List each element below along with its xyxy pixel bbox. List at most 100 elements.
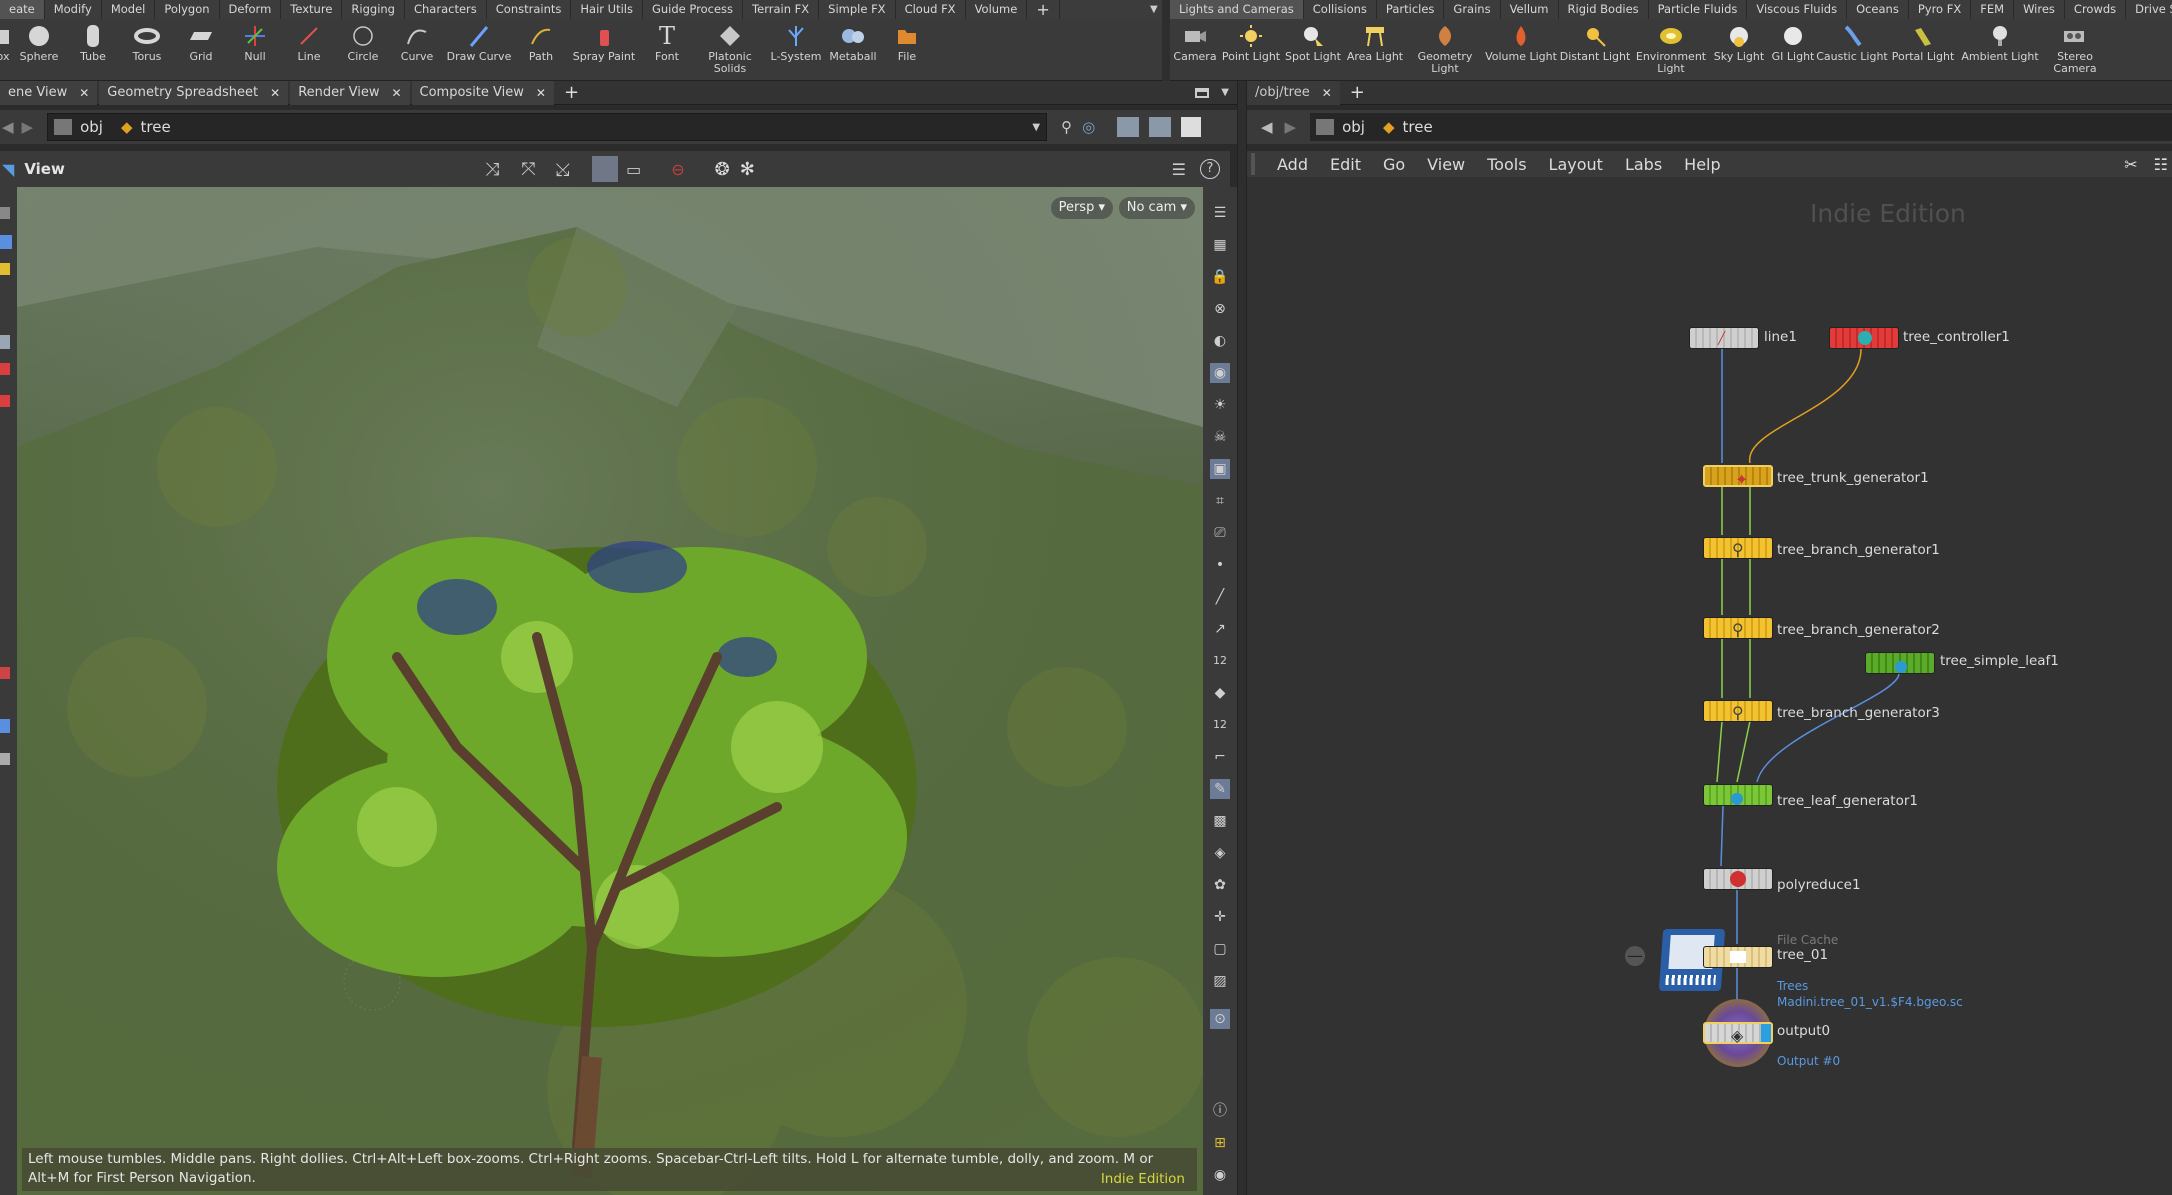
path-obj[interactable]: obj bbox=[1342, 118, 1365, 136]
circle-tool[interactable]: Circle bbox=[336, 19, 390, 63]
point-number-icon[interactable]: 12 bbox=[1210, 651, 1230, 671]
spray-paint-tool[interactable]: Spray Paint bbox=[568, 19, 640, 63]
lock-icon[interactable]: 🔒 bbox=[1210, 267, 1230, 287]
ambient-light-tool[interactable]: Ambient Light bbox=[1960, 19, 2040, 63]
tab-render-view[interactable]: Render View ✕ bbox=[290, 80, 410, 105]
shading-sphere-icon[interactable]: ◐ bbox=[1210, 331, 1230, 351]
snap-point-icon[interactable]: ◈ bbox=[1210, 843, 1230, 863]
shelf-menu-icon[interactable]: ▼ bbox=[1150, 0, 1162, 19]
help-icon[interactable]: ? bbox=[1200, 159, 1220, 179]
shelf-tab[interactable]: Collisions bbox=[1304, 0, 1377, 19]
camera-menu[interactable]: No cam ▾ bbox=[1118, 197, 1195, 219]
node-tree-01[interactable] bbox=[1703, 946, 1773, 968]
menu-view[interactable]: View bbox=[1427, 155, 1465, 174]
add-tab-button[interactable]: + bbox=[564, 82, 579, 103]
add-tab-button[interactable]: + bbox=[1350, 82, 1365, 103]
shelf-tab[interactable]: Oceans bbox=[1847, 0, 1909, 19]
shelf-tab[interactable]: Grains bbox=[1444, 0, 1501, 19]
torus-tool[interactable]: Torus bbox=[120, 19, 174, 63]
font-tool[interactable]: T Font bbox=[640, 19, 694, 63]
shelf-tab[interactable]: Rigid Bodies bbox=[1559, 0, 1649, 19]
tab-network-obj-tree[interactable]: /obj/tree ✕ bbox=[1247, 80, 1340, 105]
null-tool[interactable]: Null bbox=[228, 19, 282, 63]
viewport-layout-icon[interactable] bbox=[1181, 117, 1202, 137]
area-light-tool[interactable]: Area Light bbox=[1344, 19, 1406, 63]
menu-add[interactable]: Add bbox=[1277, 155, 1308, 174]
forward-arrow-icon[interactable]: ▶ bbox=[1285, 118, 1297, 136]
sphere-tool[interactable]: Sphere bbox=[12, 19, 66, 63]
background-icon[interactable]: ▣ bbox=[1210, 459, 1230, 479]
edge-icon[interactable]: ⌐ bbox=[1210, 747, 1230, 767]
origin-icon[interactable]: ✛ bbox=[1210, 907, 1230, 927]
menu-edit[interactable]: Edit bbox=[1330, 155, 1361, 174]
file-tool[interactable]: File bbox=[880, 19, 934, 63]
node-tree-branch-generator1[interactable]: ⚲ bbox=[1703, 537, 1773, 559]
eye-icon[interactable]: ◉ bbox=[1210, 1165, 1230, 1185]
shelf-tab[interactable]: eate bbox=[0, 0, 45, 19]
shelf-tab[interactable]: Texture bbox=[281, 0, 343, 19]
tab-scene-view[interactable]: ene View ✕ bbox=[0, 80, 98, 105]
shelf-tab[interactable]: Cloud FX bbox=[896, 0, 966, 19]
light-icon[interactable]: ◉ bbox=[1210, 363, 1230, 383]
handle-icon[interactable]: ◥ bbox=[2, 160, 14, 179]
node-output0[interactable]: ◈ bbox=[1703, 1022, 1773, 1045]
tube-tool[interactable]: Tube bbox=[66, 19, 120, 63]
draw-curve-tool[interactable]: Draw Curve bbox=[444, 19, 514, 63]
list-view-icon[interactable]: ☷ bbox=[2154, 155, 2168, 174]
node-tree-trunk-generator1[interactable]: ✦ bbox=[1703, 465, 1773, 489]
l-system-tool[interactable]: L-System bbox=[766, 19, 826, 63]
path-obj[interactable]: obj bbox=[80, 118, 103, 136]
close-icon[interactable]: ✕ bbox=[536, 81, 546, 105]
curve-tool[interactable]: Curve bbox=[390, 19, 444, 63]
prim-number-icon[interactable]: 12 bbox=[1210, 715, 1230, 735]
point-light-tool[interactable]: Point Light bbox=[1220, 19, 1282, 63]
menu-go[interactable]: Go bbox=[1383, 155, 1405, 174]
shelf-tab[interactable]: Vellum bbox=[1501, 0, 1559, 19]
render-settings-icon[interactable]: ✻ bbox=[740, 159, 755, 180]
headlight-icon[interactable]: ☀ bbox=[1210, 395, 1230, 415]
snap-icon[interactable]: ⤨ bbox=[485, 159, 499, 180]
shelf-tab[interactable]: Drive Simulation bbox=[2126, 0, 2172, 19]
caustic-light-tool[interactable]: Caustic Light bbox=[1816, 19, 1888, 63]
wrench-icon[interactable]: ✂ bbox=[2124, 155, 2137, 174]
shelf-tab[interactable]: Characters bbox=[405, 0, 487, 19]
render-region-icon[interactable]: ❂ bbox=[715, 159, 730, 180]
environment-light-tool[interactable]: Environment Light bbox=[1632, 19, 1710, 75]
link-icon[interactable]: ◎ bbox=[1082, 118, 1095, 136]
prim-icon[interactable]: ◆ bbox=[1210, 683, 1230, 703]
node-tree-branch-generator3[interactable]: ⚲ bbox=[1703, 700, 1773, 722]
shelf-tab[interactable]: Lights and Cameras bbox=[1170, 0, 1304, 19]
display-menu-icon[interactable]: ☰ bbox=[1172, 160, 1186, 179]
back-arrow-icon[interactable]: ◀ bbox=[1261, 118, 1273, 136]
shelf-tab[interactable]: Volume bbox=[966, 0, 1028, 19]
geometry-light-tool[interactable]: Geometry Light bbox=[1406, 19, 1484, 75]
pane-maximize-icon[interactable] bbox=[1195, 87, 1210, 98]
portal-light-tool[interactable]: Portal Light bbox=[1886, 19, 1960, 63]
ghost-icon[interactable]: ▦ bbox=[1210, 235, 1230, 255]
node-tree-branch-generator2[interactable]: ⚲ bbox=[1703, 617, 1773, 639]
shelf-tab[interactable]: Crowds bbox=[2065, 0, 2127, 19]
snap-grid-icon[interactable]: ⤧ bbox=[521, 159, 535, 180]
shelf-tab[interactable]: Terrain FX bbox=[743, 0, 820, 19]
shelf-tab[interactable]: Pyro FX bbox=[1909, 0, 1972, 19]
close-icon[interactable]: ✕ bbox=[1322, 81, 1332, 105]
guide-icon[interactable]: ✿ bbox=[1210, 875, 1230, 895]
shelf-tab[interactable]: Deform bbox=[220, 0, 282, 19]
shelf-tab[interactable]: Polygon bbox=[155, 0, 220, 19]
camera-tool[interactable]: Camera bbox=[1170, 19, 1220, 63]
shelf-tab[interactable]: Model bbox=[102, 0, 156, 19]
shelf-tab[interactable]: Viscous Fluids bbox=[1747, 0, 1848, 19]
box-tool[interactable]: ox bbox=[0, 19, 12, 63]
node-tree-controller1[interactable] bbox=[1829, 327, 1899, 349]
texture-icon[interactable]: ▩ bbox=[1210, 811, 1230, 831]
line-tool[interactable]: Line bbox=[282, 19, 336, 63]
shelf-tab[interactable]: Particle Fluids bbox=[1649, 0, 1748, 19]
spot-light-tool[interactable]: Spot Light bbox=[1282, 19, 1344, 63]
shelf-tab[interactable]: Rigging bbox=[342, 0, 405, 19]
pane-divider[interactable] bbox=[1237, 81, 1247, 1195]
tab-geometry-spreadsheet[interactable]: Geometry Spreadsheet ✕ bbox=[99, 80, 289, 105]
add-shelf-tab-button[interactable]: + bbox=[1027, 0, 1060, 19]
back-arrow-icon[interactable]: ◀ bbox=[2, 118, 14, 136]
frame-icon[interactable]: ▢ bbox=[1210, 939, 1230, 959]
xray-icon[interactable]: ⊗ bbox=[1210, 299, 1230, 319]
